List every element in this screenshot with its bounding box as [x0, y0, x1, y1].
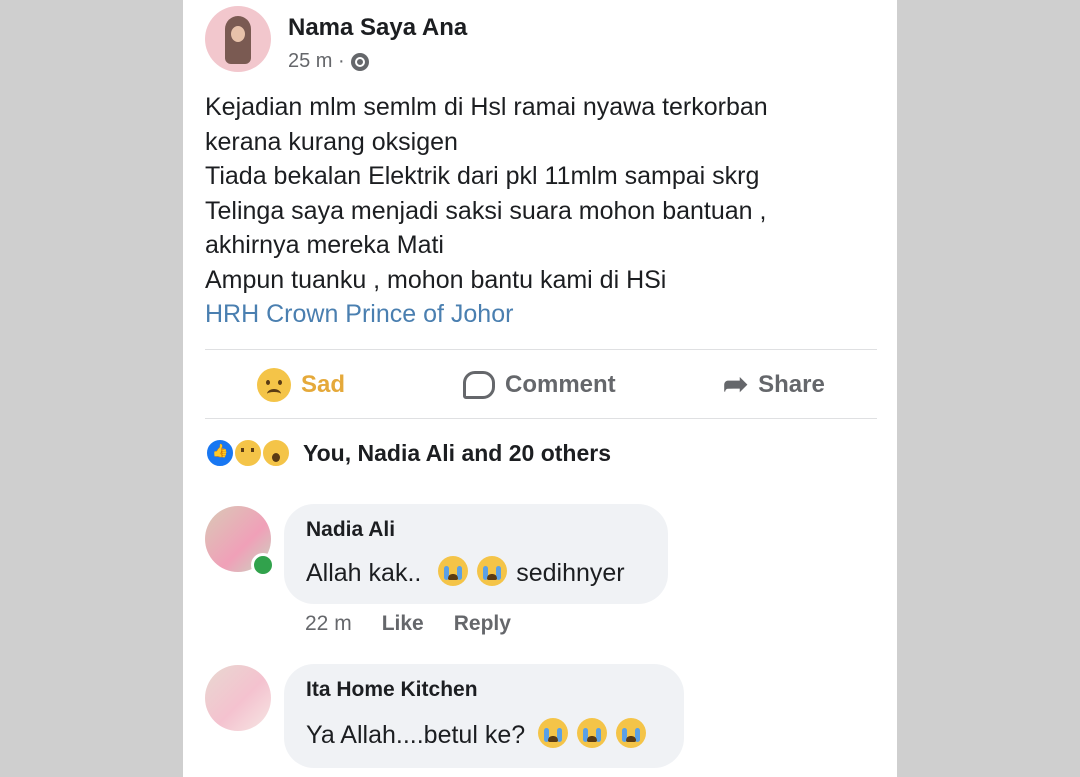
avatar-photo — [225, 16, 251, 64]
divider — [205, 418, 877, 419]
post-line: Ampun tuanku , mohon bantu kami di HSi — [205, 265, 667, 294]
globe-icon — [350, 52, 369, 71]
comment-bubble: Nadia Ali Allah kak.. sedihnyer — [284, 504, 668, 604]
like-reaction-icon — [205, 438, 235, 468]
mention-link[interactable]: HRH Crown Prince of Johor — [205, 297, 885, 332]
comment-bubble: Ita Home Kitchen Ya Allah....betul ke? — [284, 664, 684, 768]
crying-face-icon — [477, 556, 508, 586]
crying-face-icon — [616, 718, 646, 748]
author-name[interactable]: Nama Saya Ana — [288, 14, 467, 42]
comment-meta: 22 m Like Reply — [305, 612, 511, 636]
crying-face-icon — [577, 718, 608, 748]
comment-text-part: Allah kak.. — [306, 559, 422, 587]
sad-label: Sad — [301, 371, 346, 398]
divider — [205, 349, 877, 350]
post-meta: 25 m · — [288, 50, 369, 73]
comment-text-part: sedihnyer — [516, 559, 625, 587]
commenter-avatar[interactable] — [205, 665, 271, 731]
commenter-name[interactable]: Nadia Ali — [306, 518, 395, 542]
comment-bubble-icon — [463, 371, 495, 399]
wow-reaction-icon — [261, 438, 291, 468]
sad-face-icon — [257, 368, 291, 402]
crying-face-icon — [538, 718, 569, 748]
comment-text: Ya Allah....betul ke? — [306, 718, 648, 750]
post-line: Kejadian mlm semlm di Hsl ramai nyawa te… — [205, 93, 768, 121]
comment-text: Allah kak.. sedihnyer — [306, 556, 625, 588]
post-line: Telinga saya menjadi saksi suara mohon b… — [205, 196, 767, 225]
post-card: Nama Saya Ana 25 m · Kejadian mlm semlm … — [183, 0, 897, 777]
comment-time[interactable]: 22 m — [305, 612, 352, 636]
comment-text-part: Ya Allah....betul ke? — [306, 721, 526, 749]
reactions-summary[interactable]: You, Nadia Ali and 20 others — [205, 438, 611, 468]
post-line: akhirnya mereka Mati — [205, 231, 444, 259]
action-bar: Sad Comment ➦ Share — [205, 352, 877, 418]
commenter-name[interactable]: Ita Home Kitchen — [306, 678, 478, 702]
comment-label: Comment — [505, 371, 616, 398]
post-body: Kejadian mlm semlm di Hsl ramai nyawa te… — [205, 90, 885, 332]
online-status-icon — [251, 553, 275, 577]
post-time[interactable]: 25 m · — [288, 50, 345, 73]
comment-like-button[interactable]: Like — [382, 612, 424, 636]
author-avatar[interactable] — [205, 6, 271, 72]
comment-reply-button[interactable]: Reply — [454, 612, 511, 636]
share-arrow-icon: ➦ — [723, 368, 749, 401]
share-button[interactable]: ➦ Share — [723, 352, 825, 418]
sad-reaction-button[interactable]: Sad — [257, 352, 345, 418]
crying-face-icon — [438, 556, 469, 586]
post-line: kerana kurang oksigen — [205, 127, 458, 156]
reactions-text: You, Nadia Ali and 20 others — [303, 439, 612, 466]
share-label: Share — [758, 371, 825, 398]
sad-reaction-icon — [233, 438, 263, 468]
post-line: Tiada bekalan Elektrik dari pkl 11mlm sa… — [205, 162, 760, 190]
comment-button[interactable]: Comment — [463, 352, 616, 418]
